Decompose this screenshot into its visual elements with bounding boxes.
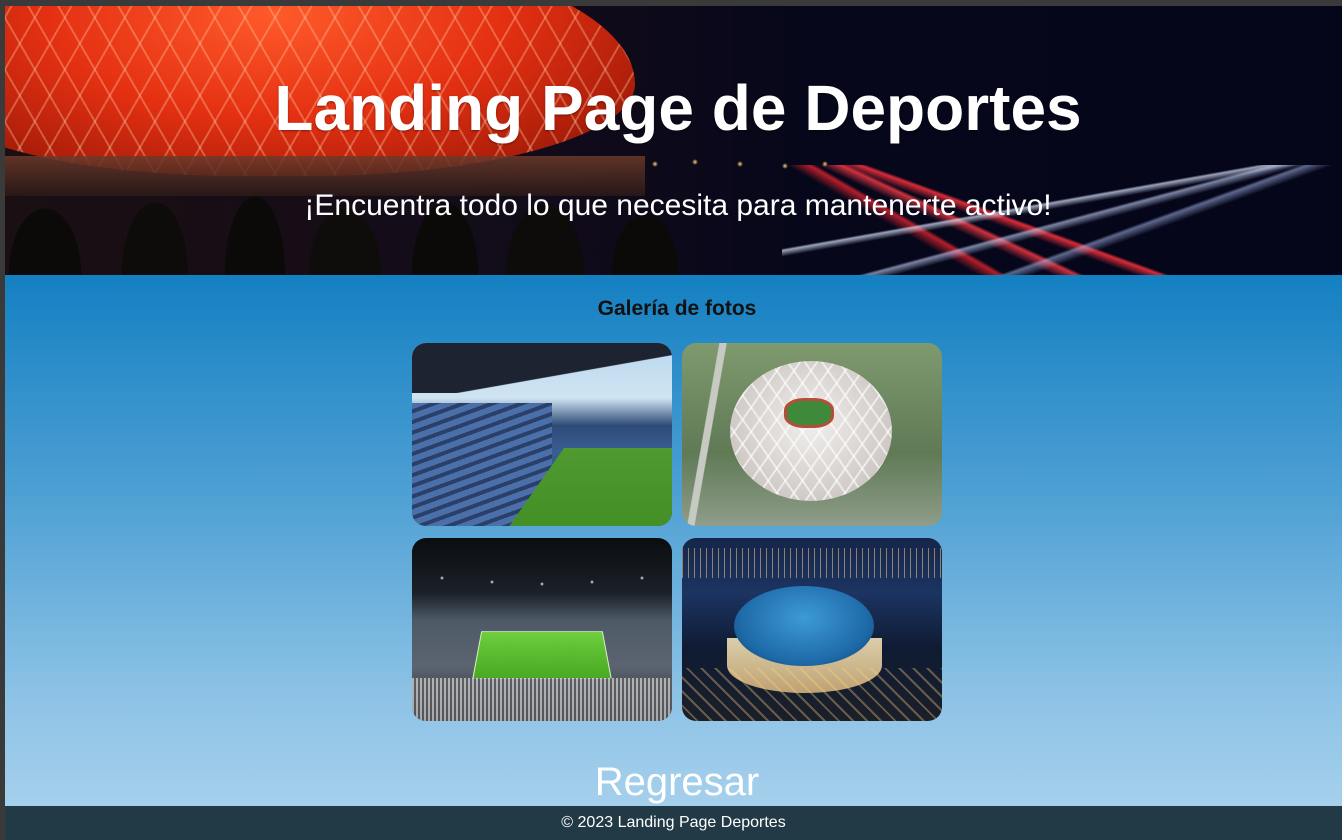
photo-city-lights xyxy=(682,548,942,578)
page-footer: © 2023 Landing Page Deportes xyxy=(5,806,1342,840)
page-subtitle: ¡Encuentra todo lo que necesita para man… xyxy=(304,189,1052,222)
gallery-photo-3 xyxy=(412,538,672,721)
photo-floodlights xyxy=(422,558,662,598)
back-link[interactable]: Regresar xyxy=(5,762,1342,802)
main-content: Galería de fotos Regresar xyxy=(5,275,1342,806)
gallery-heading: Galería de fotos xyxy=(597,297,757,320)
photo-field xyxy=(784,398,834,428)
gallery-photo-4 xyxy=(682,538,942,721)
photo-crowd xyxy=(412,678,672,721)
photo-pitch xyxy=(472,631,612,680)
page-title: Landing Page de Deportes xyxy=(274,72,1082,144)
photo-stadium-shell xyxy=(730,361,892,501)
gallery-photo-1 xyxy=(412,343,672,526)
footer-copyright: © 2023 Landing Page Deportes xyxy=(561,814,786,831)
photo-gallery xyxy=(412,343,942,721)
photo-ground-lights xyxy=(682,668,942,721)
hero-banner: Landing Page de Deportes ¡Encuentra todo… xyxy=(5,6,1342,275)
photo-roof xyxy=(412,343,672,393)
photo-stadium-dome xyxy=(734,586,874,666)
gallery-photo-2 xyxy=(682,343,942,526)
page-frame: Landing Page de Deportes ¡Encuentra todo… xyxy=(5,6,1342,840)
